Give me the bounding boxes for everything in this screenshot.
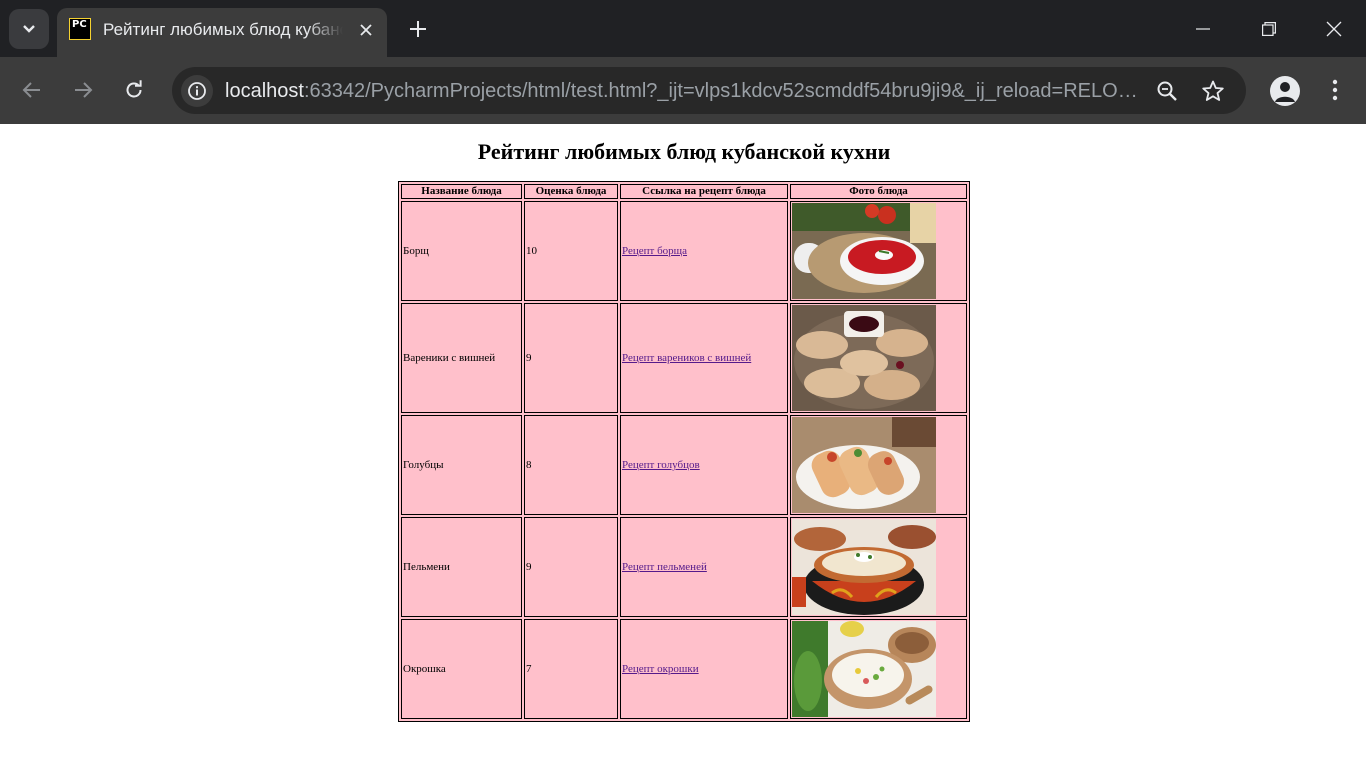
rating-cell: 9 — [524, 517, 618, 617]
borscht-photo — [792, 203, 936, 299]
recipe-link[interactable]: Рецепт пельменей — [622, 561, 707, 573]
zoom-button[interactable] — [1153, 77, 1181, 105]
header-dish-name: Название блюда — [401, 184, 522, 199]
recipe-link-cell: Рецепт окрошки — [620, 619, 788, 719]
dish-name-cell: Борщ — [401, 201, 522, 301]
profile-icon — [1275, 82, 1295, 102]
recipe-link[interactable]: Рецепт борща — [622, 245, 687, 257]
dish-name-cell: Вареники с вишней — [401, 303, 522, 413]
web-page: Рейтинг любимых блюд кубанской кухни Наз… — [0, 124, 1366, 768]
back-button[interactable] — [16, 74, 48, 106]
info-icon — [188, 82, 206, 100]
rating-table: Название блюда Оценка блюда Ссылка на ре… — [398, 181, 970, 722]
tab-search-icon — [23, 25, 35, 33]
rating-cell: 10 — [524, 201, 618, 301]
okroshka-photo — [792, 621, 936, 717]
address-bar[interactable]: localhost:63342/PycharmProjects/html/tes… — [172, 67, 1246, 114]
vareniki-photo — [792, 305, 936, 411]
browser-menu-button[interactable] — [1320, 74, 1350, 106]
rating-cell: 7 — [524, 619, 618, 719]
recipe-link[interactable]: Рецепт окрошки — [622, 663, 699, 675]
table-row: Борщ 10 Рецепт борща — [401, 201, 967, 301]
rating-cell: 9 — [524, 303, 618, 413]
restore-icon — [1262, 22, 1276, 36]
tab-close-button[interactable] — [355, 19, 377, 41]
dish-name-cell: Пельмени — [401, 517, 522, 617]
recipe-link-cell: Рецепт пельменей — [620, 517, 788, 617]
table-row: Голубцы 8 Рецепт голубцов — [401, 415, 967, 515]
menu-icon — [1332, 79, 1338, 101]
header-recipe-link: Ссылка на рецепт блюда — [620, 184, 788, 199]
rating-cell: 8 — [524, 415, 618, 515]
table-row: Пельмени 9 Рецепт пельменей — [401, 517, 967, 617]
close-window-icon — [1326, 21, 1342, 37]
photo-cell — [790, 619, 967, 719]
pelmeni-photo — [792, 519, 936, 615]
close-window-button[interactable] — [1319, 14, 1349, 44]
restore-button[interactable] — [1254, 14, 1284, 44]
minimize-icon — [1196, 28, 1210, 30]
photo-cell — [790, 303, 967, 413]
forward-button[interactable] — [67, 74, 99, 106]
browser-toolbar: localhost:63342/PycharmProjects/html/tes… — [0, 57, 1366, 124]
plus-icon — [410, 21, 426, 37]
recipe-link-cell: Рецепт голубцов — [620, 415, 788, 515]
zoom-icon — [1157, 81, 1177, 101]
recipe-link-cell: Рецепт вареников с вишней — [620, 303, 788, 413]
reload-icon — [126, 80, 142, 98]
pycharm-favicon: PC — [69, 18, 91, 40]
recipe-link[interactable]: Рецепт голубцов — [622, 459, 700, 471]
table-row: Вареники с вишней 9 Рецепт вареников с в… — [401, 303, 967, 413]
table-row: Окрошка 7 Рецепт окрошки — [401, 619, 967, 719]
page-title: Рейтинг любимых блюд кубанской кухни — [477, 139, 891, 164]
reload-button[interactable] — [118, 74, 150, 106]
table-header-row: Название блюда Оценка блюда Ссылка на ре… — [401, 184, 967, 199]
url-host: localhost — [225, 80, 304, 102]
back-icon — [22, 82, 40, 98]
dish-name-cell: Голубцы — [401, 415, 522, 515]
site-info-button[interactable] — [181, 75, 213, 107]
header-rating: Оценка блюда — [524, 184, 618, 199]
header-photo: Фото блюда — [790, 184, 967, 199]
url-text[interactable]: localhost:63342/PycharmProjects/html/tes… — [225, 78, 1145, 104]
recipe-link-cell: Рецепт борща — [620, 201, 788, 301]
favicon-label: PC — [72, 19, 87, 30]
photo-cell — [790, 415, 967, 515]
tab-title: Рейтинг любимых блюд кубанской кухни — [103, 20, 343, 39]
new-tab-button[interactable] — [404, 15, 432, 43]
profile-button[interactable] — [1270, 76, 1300, 106]
url-path: :63342/PycharmProjects/html/test.html?_i… — [303, 80, 1145, 102]
dish-name-cell: Окрошка — [401, 619, 522, 719]
browser-tab-strip: PC Рейтинг любимых блюд кубанской кухни — [0, 0, 1366, 57]
golubtsy-photo — [792, 417, 936, 513]
star-icon — [1202, 80, 1224, 101]
active-tab[interactable]: PC Рейтинг любимых блюд кубанской кухни — [57, 8, 387, 57]
close-icon — [360, 24, 372, 36]
photo-cell — [790, 517, 967, 617]
minimize-button[interactable] — [1188, 14, 1218, 44]
photo-cell — [790, 201, 967, 301]
bookmark-button[interactable] — [1199, 77, 1227, 105]
tab-search-button[interactable] — [9, 9, 49, 49]
recipe-link[interactable]: Рецепт вареников с вишней — [622, 352, 751, 364]
forward-icon — [75, 82, 93, 98]
